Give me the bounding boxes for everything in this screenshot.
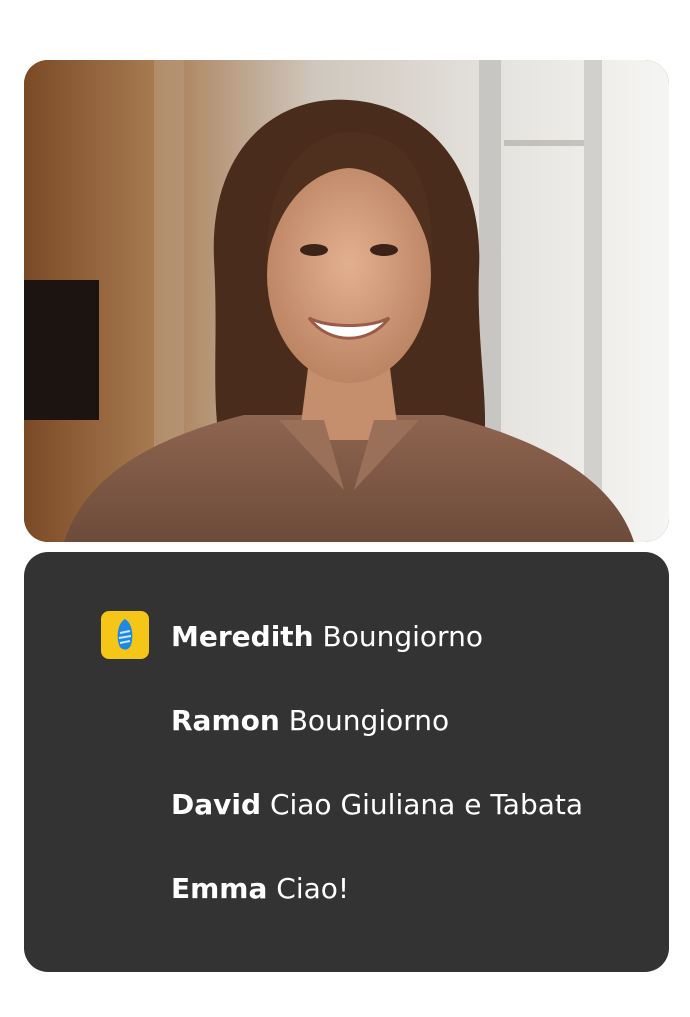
sender-name: Emma [171,872,268,905]
message-text: Boungiorno [288,704,450,737]
message-text: Boungiorno [322,620,483,653]
participant-video-image [24,60,669,542]
message-text: Ciao Giuliana e Tabata [269,788,584,821]
rosetta-stone-icon [101,611,149,659]
sender-name: Ramon [171,704,280,737]
chat-message: Meredith Boungiorno [171,619,483,655]
message-text: Ciao! [276,872,350,905]
chat-message: Emma Ciao! [171,871,349,907]
sender-name: Meredith [171,620,314,653]
chat-panel: Meredith Boungiorno Ramon Boungiorno Dav… [24,552,669,972]
chat-message: Ramon Boungiorno [171,703,449,739]
sender-name: David [171,788,262,821]
video-feed [24,60,669,542]
chat-message: David Ciao Giuliana e Tabata [171,787,583,823]
